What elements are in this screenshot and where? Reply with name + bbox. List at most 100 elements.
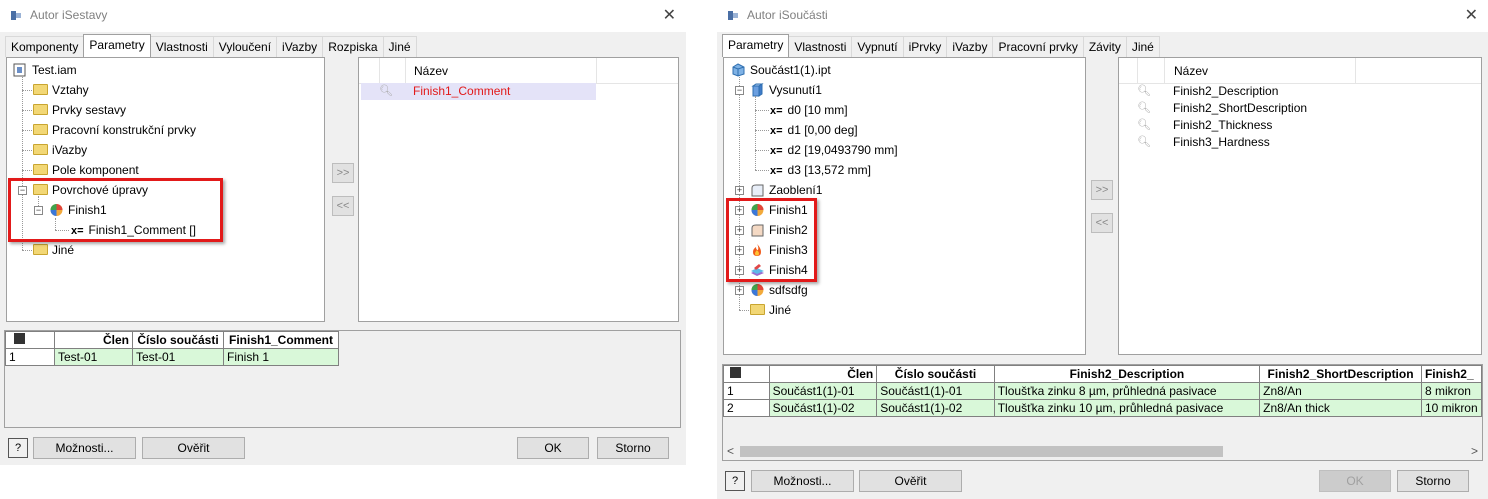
- tree-item-assembly-features[interactable]: Prvky sestavy: [33, 101, 126, 119]
- verify-button[interactable]: Ověřit: [142, 437, 245, 459]
- folder-icon: [33, 144, 48, 155]
- table-row[interactable]: 1 Součást1(1)-01 Součást1(1)-01 Tloušťka…: [723, 382, 1482, 400]
- tab-other[interactable]: Jiné: [382, 36, 417, 57]
- part-file-icon: [732, 63, 745, 77]
- cell-thickness[interactable]: 10 mikron: [1420, 399, 1482, 417]
- cell-thickness[interactable]: 8 mikron: [1420, 382, 1482, 400]
- selected-parameters-list[interactable]: Název 🔍︎ Finish2_Description 🔍︎ Finish2_…: [1118, 57, 1482, 355]
- collapse-icon[interactable]: −: [735, 86, 744, 95]
- tab-ifeatures[interactable]: iPrvky: [902, 36, 948, 57]
- tab-imates[interactable]: iVazby: [946, 36, 994, 57]
- header-part-number[interactable]: Číslo součásti: [876, 365, 995, 383]
- table-row[interactable]: 2 Součást1(1)-02 Součást1(1)-02 Tloušťka…: [723, 399, 1482, 417]
- column-name-header[interactable]: Název: [1174, 64, 1208, 78]
- tab-parameters[interactable]: Parametry: [722, 34, 790, 57]
- header-finish2-description[interactable]: Finish2_Description: [993, 365, 1261, 383]
- header-finish2-thickness[interactable]: Finish2_: [1420, 365, 1482, 383]
- key-icon: 🔍︎: [1137, 136, 1151, 148]
- tab-work-features[interactable]: Pracovní prvky: [992, 36, 1084, 57]
- tree-item-other[interactable]: Jiné: [750, 301, 791, 319]
- tab-suppression[interactable]: Vypnutí: [851, 36, 904, 57]
- tab-bom[interactable]: Rozpiska: [322, 36, 384, 57]
- cancel-button[interactable]: Storno: [1397, 470, 1469, 492]
- tree-item-label: Jiné: [52, 243, 75, 257]
- header-member[interactable]: Člen: [768, 365, 878, 383]
- tab-parameters[interactable]: Parametry: [83, 34, 151, 57]
- cell-part-number[interactable]: Součást1(1)-01: [876, 382, 995, 400]
- member-table[interactable]: Člen Číslo součásti Finish2_Description …: [722, 364, 1483, 461]
- cell-finish1-comment[interactable]: Finish 1: [223, 348, 339, 366]
- tree-item-work-features[interactable]: Pracovní konstrukční prvky: [33, 121, 196, 139]
- table: Člen Číslo součásti Finish1_Comment 1 Te…: [5, 331, 339, 366]
- cell-part-number[interactable]: Součást1(1)-02: [876, 399, 995, 417]
- tree-item-component-patterns[interactable]: Pole komponent: [33, 161, 139, 179]
- header-save[interactable]: [723, 365, 770, 383]
- tree-item-other[interactable]: Jiné: [33, 241, 74, 259]
- ok-button[interactable]: OK: [517, 437, 589, 459]
- header-save[interactable]: [5, 331, 55, 349]
- remove-button[interactable]: <<: [1091, 213, 1113, 233]
- tree-param-d0[interactable]: x= d0 [10 mm]: [770, 101, 848, 119]
- tab-imates[interactable]: iVazby: [276, 36, 324, 57]
- horizontal-scrollbar[interactable]: < >: [723, 443, 1482, 460]
- cell-description[interactable]: Tloušťka zinku 10 µm, průhledná pasivace: [993, 399, 1261, 417]
- verify-button[interactable]: Ověřit: [859, 470, 962, 492]
- list-item[interactable]: 🔍︎ Finish2_Description: [1119, 83, 1481, 100]
- list-item[interactable]: 🔍︎ Finish2_ShortDescription: [1119, 100, 1481, 117]
- list-item-label: Finish2_Thickness: [1173, 118, 1273, 132]
- tree-param-d1[interactable]: x= d1 [0,00 deg]: [770, 121, 858, 139]
- scroll-left-icon[interactable]: <: [727, 444, 734, 458]
- list-item[interactable]: 🔍︎ Finish2_Thickness: [1119, 117, 1481, 134]
- cancel-button[interactable]: Storno: [597, 437, 669, 459]
- assembly-file-icon: [13, 63, 26, 77]
- member-table[interactable]: Člen Číslo součásti Finish1_Comment 1 Te…: [4, 330, 681, 428]
- close-icon[interactable]: ✕: [1465, 5, 1478, 25]
- cell-member[interactable]: Test-01: [54, 348, 133, 366]
- tab-properties[interactable]: Vlastnosti: [149, 36, 214, 57]
- tab-threads[interactable]: Závity: [1082, 36, 1127, 57]
- header-finish2-shortdescription[interactable]: Finish2_ShortDescription: [1259, 365, 1422, 383]
- cell-short-description[interactable]: Zn8/An thick: [1259, 399, 1422, 417]
- scroll-right-icon[interactable]: >: [1471, 444, 1478, 458]
- tree-item-extrusion[interactable]: Vysunutí1: [750, 81, 822, 99]
- tree-param-d2[interactable]: x= d2 [19,0493790 mm]: [770, 141, 898, 159]
- add-button[interactable]: >>: [332, 163, 354, 183]
- column-name-header[interactable]: Název: [414, 64, 448, 78]
- header-part-number[interactable]: Číslo součásti: [132, 331, 224, 349]
- tree-root[interactable]: Test.iam: [13, 61, 77, 79]
- expand-icon[interactable]: +: [735, 286, 744, 295]
- cell-description[interactable]: Tloušťka zinku 8 µm, průhledná pasivace: [993, 382, 1261, 400]
- ok-button[interactable]: OK: [1319, 470, 1391, 492]
- list-item[interactable]: 🔍︎ Finish1_Comment: [361, 83, 596, 100]
- cell-member[interactable]: Součást1(1)-02: [768, 399, 878, 417]
- tree-item-imates[interactable]: iVazby: [33, 141, 87, 159]
- cell-short-description[interactable]: Zn8/An: [1259, 382, 1422, 400]
- tab-other[interactable]: Jiné: [1125, 36, 1160, 57]
- help-button[interactable]: ?: [8, 438, 28, 458]
- header-finish1-comment[interactable]: Finish1_Comment: [223, 331, 339, 349]
- selected-parameters-list[interactable]: Název 🔍︎ Finish1_Comment: [358, 57, 679, 322]
- table-row[interactable]: 1 Test-01 Test-01 Finish 1: [5, 348, 339, 366]
- options-button[interactable]: Možnosti...: [751, 470, 854, 492]
- tab-exclusions[interactable]: Vyloučení: [212, 36, 278, 57]
- help-button[interactable]: ?: [725, 471, 745, 491]
- extrusion-icon: [751, 83, 764, 97]
- close-icon[interactable]: ✕: [663, 5, 676, 25]
- tree-item-fillet[interactable]: Zaoblení1: [750, 181, 822, 199]
- tab-properties[interactable]: Vlastnosti: [788, 36, 853, 57]
- fillet-icon: [751, 184, 764, 197]
- list-item[interactable]: 🔍︎ Finish3_Hardness: [1119, 134, 1481, 151]
- header-member[interactable]: Člen: [54, 331, 133, 349]
- expand-icon[interactable]: +: [735, 186, 744, 195]
- remove-button[interactable]: <<: [332, 196, 354, 216]
- tree-param-d3[interactable]: x= d3 [13,572 mm]: [770, 161, 871, 179]
- tree-item-relations[interactable]: Vztahy: [33, 81, 89, 99]
- tab-components[interactable]: Komponenty: [5, 36, 85, 57]
- cell-part-number[interactable]: Test-01: [132, 348, 224, 366]
- options-button[interactable]: Možnosti...: [33, 437, 136, 459]
- cell-member[interactable]: Součást1(1)-01: [768, 382, 878, 400]
- tree-root[interactable]: Součást1(1).ipt: [731, 61, 831, 79]
- scrollbar-thumb[interactable]: [740, 446, 1223, 457]
- add-button[interactable]: >>: [1091, 180, 1113, 200]
- tree-item-sdfsdfg[interactable]: sdfsdfg: [750, 281, 808, 299]
